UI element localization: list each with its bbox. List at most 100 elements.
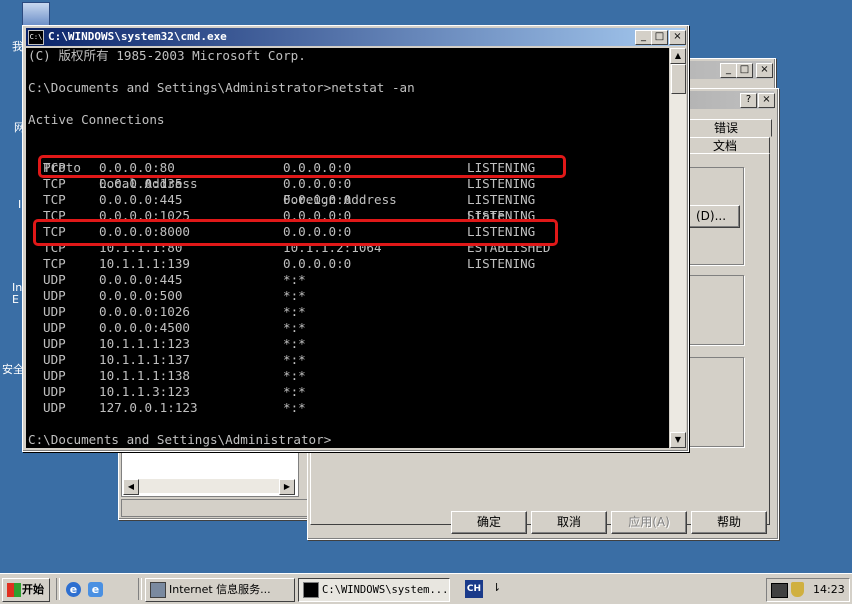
- cell-local-address: 0.0.0.0:445: [99, 272, 183, 287]
- console-vertical-scrollbar[interactable]: ▲ ▼: [670, 48, 686, 448]
- task-cmd-label: C:\WINDOWS\system...: [322, 584, 449, 596]
- ie-quicklaunch-icon[interactable]: e: [88, 582, 103, 597]
- iis-hscroll[interactable]: ◀ ▶: [123, 479, 295, 495]
- task-cmd[interactable]: C:\WINDOWS\system...: [298, 578, 450, 602]
- console-active-connections: Active Connections: [28, 112, 165, 127]
- desktop-icon-label-4: E: [12, 293, 19, 306]
- start-button[interactable]: 开始: [2, 578, 50, 602]
- cell-state: LISTENING: [467, 192, 536, 207]
- cell-state: LISTENING: [467, 256, 536, 271]
- desktop-icon-label-5: 安全: [2, 363, 24, 376]
- cell-foreign-address: *:*: [283, 336, 306, 351]
- scroll-down-button[interactable]: ▼: [670, 432, 686, 448]
- cell-local-address: 0.0.0.0:135: [99, 176, 183, 191]
- highlight-port-80: [38, 155, 566, 178]
- netstat-row: UDP 10.1.1.1:138 *:*: [26, 368, 669, 384]
- tab-errors[interactable]: 错误: [680, 119, 772, 137]
- cancel-button-label: 取消: [556, 515, 581, 529]
- tab-errors-label: 错误: [713, 121, 738, 135]
- help-button[interactable]: 帮助: [691, 511, 767, 534]
- windows-logo-icon: [7, 583, 21, 597]
- cmd-close-button[interactable]: ×: [669, 30, 686, 45]
- cmd-minimize-button[interactable]: _: [635, 30, 652, 45]
- close-titlebar-button[interactable]: ×: [758, 93, 775, 108]
- netstat-row: UDP 10.1.1.3:123 *:*: [26, 384, 669, 400]
- console-output[interactable]: (C) 版权所有 1985-2003 Microsoft Corp. C:\Do…: [26, 48, 669, 448]
- netstat-row: UDP 10.1.1.1:123 *:*: [26, 336, 669, 352]
- cell-local-address: 0.0.0.0:1026: [99, 304, 190, 319]
- clock[interactable]: 14:23: [813, 579, 845, 601]
- network-icon[interactable]: [771, 583, 788, 598]
- cell-proto: UDP: [43, 336, 66, 351]
- netstat-row: TCP 0.0.0.0:135 0.0.0.0:0 LISTENING: [26, 176, 669, 192]
- quick-launch-separator: [56, 578, 60, 600]
- tab-documents-label: 文档: [712, 139, 737, 153]
- maximize-button[interactable]: □: [736, 63, 753, 78]
- netstat-row: UDP 0.0.0.0:500 *:*: [26, 288, 669, 304]
- cmd-maximize-button[interactable]: □: [651, 30, 668, 45]
- cell-foreign-address: *:*: [283, 352, 306, 367]
- cmd-titlebar[interactable]: C:\ C:\WINDOWS\system32\cmd.exe: [26, 28, 685, 46]
- security-icon[interactable]: [791, 582, 804, 597]
- cell-proto: UDP: [43, 272, 66, 287]
- ok-button[interactable]: 确定: [451, 511, 527, 534]
- netstat-row: TCP 10.1.1.1:139 0.0.0.0:0 LISTENING: [26, 256, 669, 272]
- task-iis-manager[interactable]: Internet 信息服务...: [145, 578, 295, 602]
- task-iis-label: Internet 信息服务...: [169, 583, 271, 596]
- cell-foreign-address: *:*: [283, 368, 306, 383]
- scroll-right-button[interactable]: ▶: [279, 479, 295, 495]
- ok-button-label: 确定: [476, 515, 501, 529]
- close-button[interactable]: ×: [756, 63, 773, 78]
- cell-foreign-address: 0.0.0.0:0: [283, 192, 352, 207]
- ime-indicator[interactable]: CH: [465, 580, 483, 598]
- help-titlebar-button[interactable]: ?: [740, 93, 757, 108]
- netstat-row: TCP 0.0.0.0:445 0.0.0.0:0 LISTENING: [26, 192, 669, 208]
- desktop-icon-label-2: I: [18, 198, 22, 211]
- scroll-left-button[interactable]: ◀: [123, 479, 139, 495]
- console-copyright: (C) 版权所有 1985-2003 Microsoft Corp.: [28, 48, 306, 63]
- cancel-button[interactable]: 取消: [531, 511, 607, 534]
- cell-foreign-address: *:*: [283, 384, 306, 399]
- cell-local-address: 0.0.0.0:4500: [99, 320, 190, 335]
- cell-local-address: 0.0.0.0:445: [99, 192, 183, 207]
- cell-foreign-address: 0.0.0.0:0: [283, 176, 352, 191]
- ime-options-icon[interactable]: ⇂: [492, 581, 501, 594]
- highlight-port-8000: [33, 219, 558, 246]
- cell-foreign-address: *:*: [283, 304, 306, 319]
- cell-local-address: 10.1.1.1:123: [99, 336, 190, 351]
- scroll-up-button[interactable]: ▲: [670, 48, 686, 64]
- cmd-window: C:\ C:\WINDOWS\system32\cmd.exe _ □ × (C…: [22, 25, 689, 452]
- desktop-icon-my-computer[interactable]: [22, 2, 50, 26]
- cell-proto: UDP: [43, 304, 66, 319]
- cmd-title-text: C:\WINDOWS\system32\cmd.exe: [48, 30, 227, 43]
- minimize-button[interactable]: _: [720, 63, 737, 78]
- cell-local-address: 10.1.1.3:123: [99, 384, 190, 399]
- scroll-thumb[interactable]: [671, 64, 686, 94]
- browse-button[interactable]: (D)...: [682, 205, 740, 228]
- cell-foreign-address: *:*: [283, 288, 306, 303]
- cell-local-address: 10.1.1.1:137: [99, 352, 190, 367]
- console-command: C:\Documents and Settings\Administrator>…: [28, 80, 415, 95]
- help-button-label: 帮助: [716, 515, 741, 529]
- cell-proto: TCP: [43, 256, 66, 271]
- cell-proto: UDP: [43, 400, 66, 415]
- cmd-task-icon: [303, 582, 319, 598]
- netstat-row: UDP 127.0.0.1:123 *:*: [26, 400, 669, 416]
- internet-explorer-icon[interactable]: e: [66, 582, 81, 597]
- cell-proto: UDP: [43, 384, 66, 399]
- cell-proto: UDP: [43, 368, 66, 383]
- taskbar: 开始 e e Internet 信息服务... C:\WINDOWS\syste…: [0, 573, 852, 604]
- cell-foreign-address: 0.0.0.0:0: [283, 256, 352, 271]
- cell-proto: TCP: [43, 192, 66, 207]
- start-label: 开始: [22, 583, 44, 596]
- cell-local-address: 127.0.0.1:123: [99, 400, 198, 415]
- iis-statusbar: [121, 499, 309, 517]
- apply-button[interactable]: 应用(A): [611, 511, 687, 534]
- netstat-row: UDP 10.1.1.1:137 *:*: [26, 352, 669, 368]
- netstat-row: UDP 0.0.0.0:1026 *:*: [26, 304, 669, 320]
- apply-button-label: 应用(A): [628, 515, 670, 529]
- iis-icon: [150, 582, 166, 598]
- netstat-row: UDP 0.0.0.0:445 *:*: [26, 272, 669, 288]
- netstat-row: UDP 0.0.0.0:4500 *:*: [26, 320, 669, 336]
- cell-proto: UDP: [43, 320, 66, 335]
